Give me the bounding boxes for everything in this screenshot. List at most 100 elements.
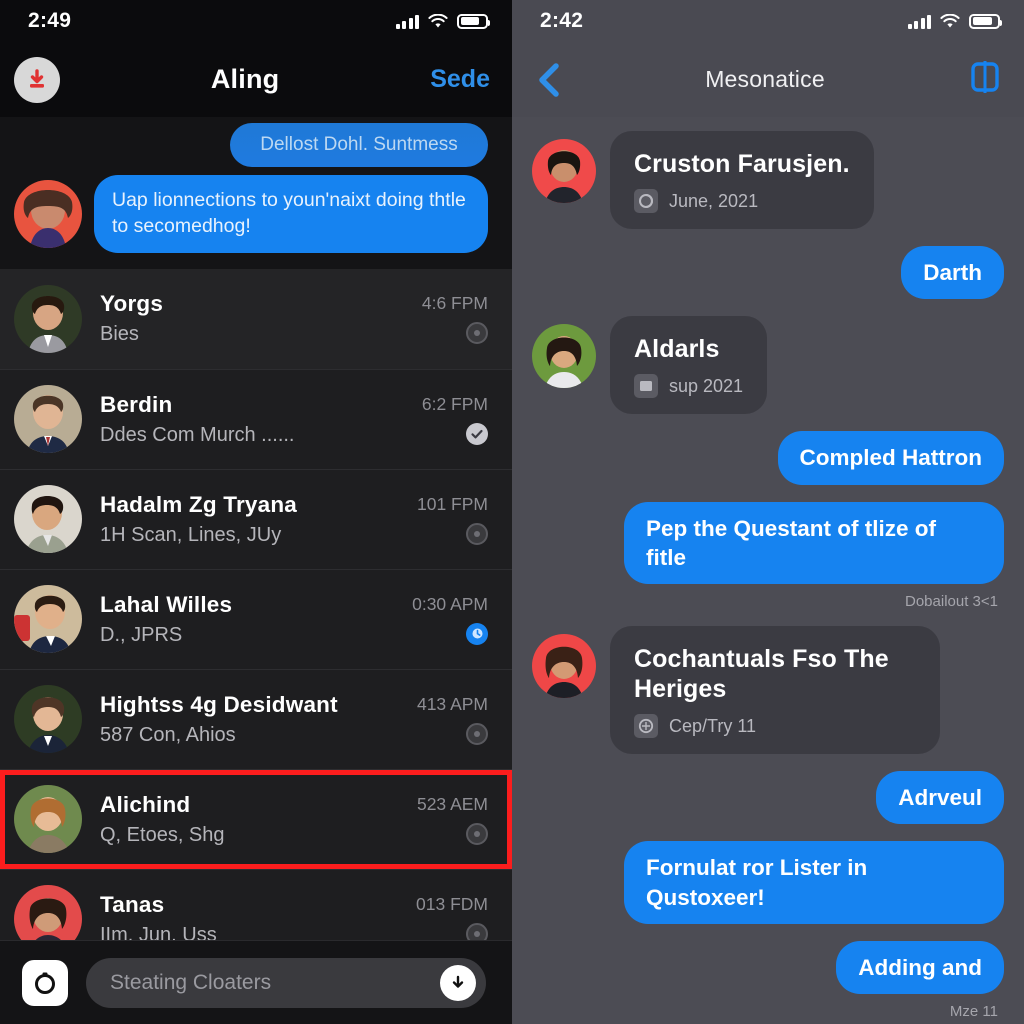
avatar (14, 785, 82, 854)
avatar (532, 139, 596, 203)
list-item[interactable]: Hadalm Zg Tryana 1H Scan, Lines, JUy 101… (0, 468, 512, 569)
message-thread[interactable]: Cruston Farusjen. June, 2021 Darth Aldar… (512, 117, 1024, 1024)
contact-name: Hadalm Zg Tryana (100, 491, 298, 517)
message-bubble[interactable]: Fornulat ror Lister in Qustoxeer! (624, 841, 1004, 924)
card-meta: June, 2021 (634, 189, 850, 213)
back-chevron-icon[interactable] (536, 60, 562, 100)
preview-bubble-top: Dellost Dohl. Suntmess (230, 123, 488, 167)
list-item-meta: 4:6 FPM (421, 293, 488, 345)
media-card[interactable]: Aldarls sup 2021 (610, 316, 768, 415)
battery-icon (969, 13, 1002, 29)
list-item[interactable]: Yorgs Bies 4:6 FPM (0, 268, 512, 369)
message-bubble[interactable]: Darth (901, 246, 1004, 300)
media-card[interactable]: Cruston Farusjen. June, 2021 (610, 131, 874, 229)
message-bubble[interactable]: Pep the Questant of tlize of fitle (624, 501, 1004, 584)
contact-name: Tanas (100, 891, 165, 917)
status-blue-icon (466, 622, 488, 645)
list-item-text: Berdin Ddes Com Murch ...... (100, 392, 404, 447)
message-bubble[interactable]: Adrveul (876, 771, 1004, 825)
timestamp: 101 FPM (417, 493, 488, 514)
media-thumb-icon (634, 374, 658, 399)
card-title: Cochantuals Fso The Heriges (634, 645, 889, 703)
download-circle-icon[interactable] (440, 964, 476, 1001)
list-item-selected[interactable]: Alichind Q, Etoes, Shg 523 AEM (0, 768, 512, 869)
preview-bubble-row: Uap lionnections to youn'naixt doing tht… (0, 167, 512, 263)
chat-preview-block: Dellost Dohl. Suntmess Uap lionnections … (0, 123, 512, 269)
card-meta: sup 2021 (634, 374, 744, 399)
search-input[interactable]: Steating Cloaters (86, 957, 486, 1008)
status-pending-icon (466, 722, 488, 745)
message-preview: IIm. Jun, Uss (100, 923, 217, 940)
message-bubble[interactable]: Adding and (836, 940, 1004, 994)
list-item-meta: 523 AEM (417, 794, 488, 845)
list-item[interactable]: Hightss 4g Desidwant 587 Con, Ahios 413 … (0, 668, 512, 769)
page-title: Mesonatice (705, 66, 825, 92)
nav-action-button[interactable]: Sede (430, 65, 490, 94)
list-item-meta: 013 FDM (416, 894, 488, 940)
status-pending-icon (466, 522, 488, 545)
message-in: Cochantuals Fso The Heriges Cep/Try 11 (532, 626, 1004, 754)
camera-shutter-icon[interactable] (22, 959, 68, 1006)
list-item-meta: 101 FPM (417, 494, 488, 545)
message-preview: Q, Etoes, Shg (100, 823, 225, 846)
list-item-text: Hadalm Zg Tryana 1H Scan, Lines, JUy (100, 492, 399, 547)
dual-phone-screenshot: 2:49 Aling Sede Dellost Dohl. Suntmess U… (0, 0, 1024, 1024)
battery-icon (457, 13, 490, 29)
card-title: Aldarls (634, 335, 720, 364)
message-preview: Bies (100, 323, 139, 346)
message-out: Darth (532, 246, 1004, 300)
contact-name: Yorgs (100, 291, 164, 317)
conversation-list[interactable]: Dellost Dohl. Suntmess Uap lionnections … (0, 117, 512, 940)
media-thumb-icon (634, 189, 658, 213)
message-timestamp: Dobailout 3<1 (905, 593, 998, 610)
media-card[interactable]: Cochantuals Fso The Heriges Cep/Try 11 (610, 626, 940, 754)
avatar (14, 284, 82, 353)
status-pending-icon (466, 922, 488, 940)
left-nav-bar: Aling Sede (0, 42, 512, 117)
list-item[interactable]: Tanas IIm. Jun, Uss 013 FDM (0, 868, 512, 940)
left-phone-panel: 2:49 Aling Sede Dellost Dohl. Suntmess U… (0, 0, 512, 1024)
message-preview: Ddes Com Murch ...... (100, 423, 295, 446)
search-placeholder: Steating Cloaters (110, 970, 272, 994)
list-item[interactable]: Lahal Willes D., JPRS 0:30 APM (0, 568, 512, 669)
list-item[interactable]: Berdin Ddes Com Murch ...... 6:2 FPM (0, 368, 512, 469)
message-out: Adrveul (532, 771, 1004, 825)
list-item-meta: 6:2 FPM (422, 394, 488, 445)
contact-name: Lahal Willes (100, 591, 233, 617)
status-indicators (907, 13, 1002, 29)
timestamp: 523 AEM (416, 793, 488, 814)
list-item-text: Yorgs Bies (100, 291, 404, 346)
avatar (14, 685, 82, 754)
avatar (14, 485, 82, 554)
status-indicators (395, 13, 490, 29)
avatar (532, 634, 596, 698)
message-in: Aldarls sup 2021 (532, 316, 1004, 415)
list-item-text: Tanas IIm. Jun, Uss (100, 892, 398, 940)
avatar (14, 385, 82, 454)
list-item-meta: 0:30 APM (412, 594, 488, 645)
timestamp: 6:2 FPM (421, 393, 488, 414)
timestamp: 4:6 FPM (421, 293, 488, 314)
page-title: Aling (210, 64, 280, 94)
contact-name: Alichind (100, 791, 191, 817)
message-preview: D., JPRS (100, 623, 183, 646)
cellular-bars-icon (395, 14, 419, 29)
message-in: Cruston Farusjen. June, 2021 (532, 131, 1004, 229)
status-time: 2:42 (540, 9, 584, 32)
status-pending-icon (466, 322, 488, 345)
message-out: Fornulat ror Lister in Qustoxeer! (532, 841, 1004, 924)
list-item-meta: 413 APM (417, 694, 488, 745)
avatar (14, 885, 82, 940)
contact-name: Berdin (100, 391, 173, 417)
timestamp: 013 FDM (416, 893, 488, 914)
cellular-bars-icon (907, 14, 931, 29)
book-compose-icon[interactable] (968, 59, 1002, 100)
media-thumb-icon (634, 714, 658, 738)
card-meta-text: sup 2021 (669, 375, 744, 396)
list-item-text: Hightss 4g Desidwant 587 Con, Ahios (100, 692, 399, 747)
message-bubble[interactable]: Compled Hattron (777, 431, 1004, 485)
download-icon[interactable] (14, 56, 60, 103)
right-nav-bar: Mesonatice (512, 42, 1024, 117)
wifi-icon (428, 13, 448, 29)
left-bottom-bar: Steating Cloaters (0, 940, 512, 1024)
